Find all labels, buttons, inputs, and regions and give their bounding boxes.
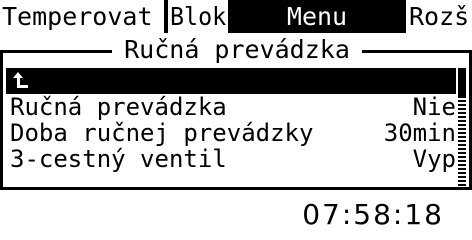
list-item-manual-mode[interactable]: Ručná prevádzka Nie — [6, 94, 456, 120]
scrollbar-thumb[interactable] — [458, 68, 466, 96]
panel-frame-top-right — [362, 50, 472, 53]
panel-title: Ručná prevádzka — [114, 36, 360, 66]
tab-rozs[interactable]: Rozš — [406, 0, 472, 33]
list-item-manual-duration[interactable]: Doba ručnej prevádzky 30min — [6, 120, 456, 146]
clock-time: 07:58:18 — [302, 198, 444, 231]
list-item-label: Doba ručnej prevádzky — [10, 119, 314, 147]
menu-tab-bar: Temperovat Blok Menu Rozš — [0, 0, 472, 33]
back-arrow-icon — [13, 72, 28, 88]
panel-frame-top-left — [0, 50, 112, 53]
list-item-value: Nie — [412, 93, 456, 121]
back-row[interactable] — [6, 68, 456, 94]
list-item-value: 30min — [383, 119, 456, 147]
list-item-three-way-valve[interactable]: 3-cestný ventil Vyp — [6, 146, 456, 172]
tab-temperovat[interactable]: Temperovat — [0, 0, 164, 33]
tab-menu[interactable]: Menu — [232, 0, 402, 33]
list-item-label: 3-cestný ventil — [10, 145, 227, 173]
list-item-value: Vyp — [412, 145, 456, 173]
list-item-label: Ručná prevádzka — [10, 93, 227, 121]
tab-blok[interactable]: Blok — [168, 0, 228, 33]
